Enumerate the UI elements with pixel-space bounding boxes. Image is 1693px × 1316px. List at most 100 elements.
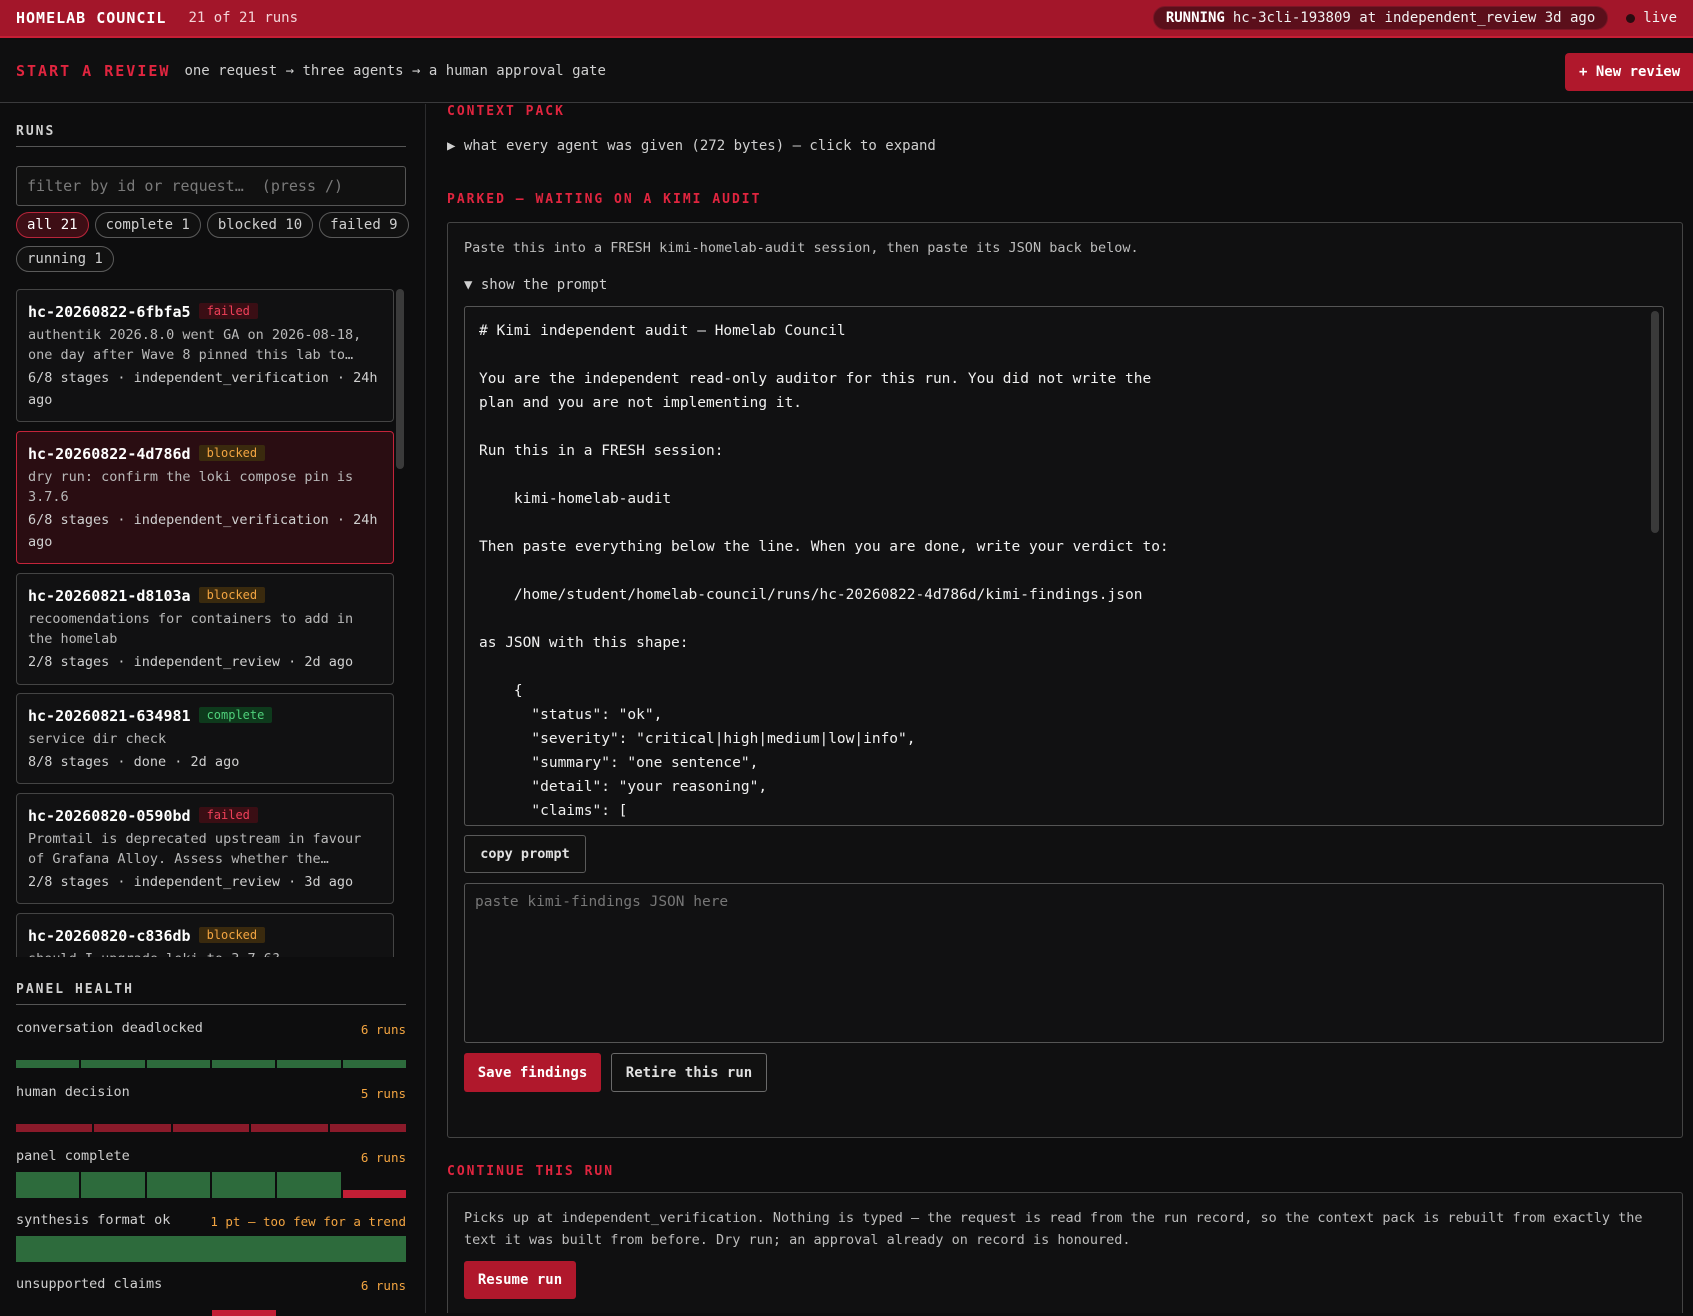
health-label: unsupported claims	[16, 1276, 163, 1292]
chip-failed[interactable]: failed 9	[319, 212, 409, 238]
parked-title: PARKED — WAITING ON A KIMI AUDIT	[447, 192, 762, 207]
health-row-synthesis-format: synthesis format ok 1 pt — too few for a…	[16, 1212, 406, 1268]
run-card[interactable]: hc-20260821-634981 complete service dir c…	[16, 693, 394, 784]
retire-run-button[interactable]: Retire this run	[611, 1053, 767, 1092]
run-meta: 8/8 stages · done · 2d ago	[28, 754, 240, 770]
health-bar	[329, 1124, 407, 1132]
health-bar	[212, 1310, 276, 1316]
health-bars	[16, 1060, 406, 1068]
run-card[interactable]: hc-20260822-6fbfa5 failed authentik 2026.…	[16, 289, 394, 422]
status-badge: blocked	[198, 927, 266, 943]
copy-prompt-button[interactable]: copy prompt	[464, 835, 586, 873]
health-bar	[16, 1124, 93, 1132]
health-bar	[146, 1172, 210, 1198]
main-panel: CONTEXT PACK ▶ what every agent was give…	[447, 104, 1693, 1313]
run-id: hc-20260821-634981	[28, 707, 191, 725]
top-bar: HOMELAB COUNCIL 21 of 21 runs RUNNING hc-…	[0, 0, 1693, 38]
health-bar	[16, 1236, 406, 1262]
health-bar	[146, 1060, 210, 1068]
continue-run-title: CONTINUE THIS RUN	[447, 1164, 615, 1179]
health-bar	[172, 1124, 250, 1132]
health-bar	[277, 1172, 341, 1198]
health-bar	[94, 1124, 171, 1132]
chip-complete[interactable]: complete 1	[94, 212, 201, 238]
health-label: synthesis format ok	[16, 1212, 171, 1228]
run-request: Promtail is deprecated upstream in favou…	[28, 831, 362, 867]
chip-running[interactable]: running 1	[16, 246, 114, 272]
sidebar: RUNS all 21complete 1blocked 10failed 9 r…	[0, 104, 426, 1316]
run-request: recoomendations for containers to add in…	[28, 611, 354, 647]
run-list[interactable]: hc-20260822-6fbfa5 failed authentik 2026.…	[16, 287, 406, 957]
context-pack-expander[interactable]: ▶ what every agent was given (272 bytes)…	[447, 138, 936, 154]
context-pack-title: CONTEXT PACK	[447, 104, 565, 119]
divider	[16, 146, 406, 147]
run-meta: 6/8 stages · independent_verification · …	[28, 370, 378, 408]
runs-title: RUNS	[16, 124, 56, 139]
health-count: 1 pt — too few for a trend	[210, 1214, 406, 1229]
health-bars	[16, 1124, 407, 1132]
health-bar	[81, 1060, 145, 1068]
app-title: HOMELAB COUNCIL	[16, 9, 167, 27]
health-count: 5 runs	[360, 1086, 406, 1101]
status-badge: failed	[198, 807, 258, 823]
start-review-subtitle: one request → three agents → a human app…	[184, 63, 606, 79]
health-count: 6 runs	[360, 1278, 406, 1293]
health-count: 6 runs	[360, 1150, 406, 1165]
chip-blocked[interactable]: blocked 10	[206, 212, 314, 238]
live-indicator: live	[1626, 10, 1677, 26]
health-bar	[342, 1060, 406, 1068]
run-request: should I upgrade loki to 3.7.6?	[28, 949, 382, 957]
new-review-button[interactable]: + New review	[1565, 53, 1693, 91]
resume-run-button[interactable]: Resume run	[464, 1261, 576, 1299]
health-bar	[211, 1060, 276, 1068]
run-card[interactable]: hc-20260820-c836db blocked should I upgra…	[16, 913, 394, 957]
run-card[interactable]: hc-20260821-d8103a blocked recoomendation…	[16, 573, 394, 685]
run-card[interactable]: hc-20260820-0590bd failed Promtail is dep…	[16, 793, 394, 904]
health-label: human decision	[16, 1084, 130, 1100]
health-bar	[342, 1190, 406, 1198]
parked-hint: Paste this into a FRESH kimi-homelab-aud…	[464, 240, 1139, 256]
findings-json-input[interactable]	[464, 883, 1664, 1043]
health-label: conversation deadlocked	[16, 1020, 203, 1036]
health-bar	[16, 1172, 80, 1198]
health-bars	[16, 1172, 406, 1198]
start-review-title: START A REVIEW	[16, 62, 171, 80]
run-request: authentik 2026.8.0 went GA on 2026-08-18…	[28, 327, 362, 363]
health-bars	[16, 1236, 406, 1262]
divider	[16, 1004, 406, 1005]
health-bar	[16, 1060, 80, 1068]
prompt-text: # Kimi independent audit — Homelab Counc…	[479, 323, 1169, 819]
health-count: 6 runs	[360, 1022, 406, 1037]
health-row-unsupported-claims: unsupported claims 6 runs	[16, 1276, 406, 1316]
health-bar	[277, 1060, 341, 1068]
chip-all[interactable]: all 21	[16, 212, 89, 238]
status-filter-chips: all 21 complete 1 blocked 10 failed 9 runnin…	[16, 212, 416, 280]
prompt-box[interactable]: # Kimi independent audit — Homelab Counc…	[464, 306, 1664, 826]
prompt-scrollbar[interactable]	[1651, 311, 1659, 533]
run-card-selected[interactable]: hc-20260822-4d786d blocked dry run: confi…	[16, 431, 394, 564]
live-label: live	[1643, 10, 1677, 26]
running-label: RUNNING	[1165, 10, 1225, 26]
health-bar	[81, 1172, 145, 1198]
run-id: hc-20260820-0590bd	[28, 807, 191, 825]
health-row-panel-complete: panel complete 6 runs	[16, 1148, 406, 1204]
run-request: dry run: confirm the loki compose pin is…	[28, 469, 354, 505]
panel-health-title: PANEL HEALTH	[16, 982, 134, 997]
run-filter-input[interactable]	[16, 166, 406, 206]
parked-panel: Paste this into a FRESH kimi-homelab-aud…	[447, 222, 1683, 1138]
run-id: hc-20260822-6fbfa5	[28, 303, 191, 321]
run-meta: 2/8 stages · independent_review · 2d ago	[28, 654, 354, 670]
running-indicator[interactable]: RUNNING hc-3cli-193809 at independent_rev…	[1152, 6, 1609, 30]
status-badge: blocked	[198, 587, 266, 603]
status-badge: failed	[198, 303, 258, 319]
show-prompt-toggle[interactable]: ▼ show the prompt	[464, 277, 607, 293]
run-list-scrollbar[interactable]	[396, 289, 404, 469]
continue-run-text: Picks up at independent_verification. No…	[464, 1210, 1643, 1248]
running-detail: hc-3cli-193809 at independent_review 3d …	[1232, 10, 1596, 26]
save-findings-button[interactable]: Save findings	[464, 1053, 601, 1092]
start-review-bar: START A REVIEW one request → three agent…	[0, 40, 1693, 103]
health-row-conversation-deadlocked: conversation deadlocked 6 runs	[16, 1020, 406, 1070]
run-id: hc-20260821-d8103a	[28, 587, 191, 605]
live-dot-icon	[1626, 13, 1636, 23]
run-meta: 2/8 stages · independent_review · 3d ago	[28, 874, 354, 890]
